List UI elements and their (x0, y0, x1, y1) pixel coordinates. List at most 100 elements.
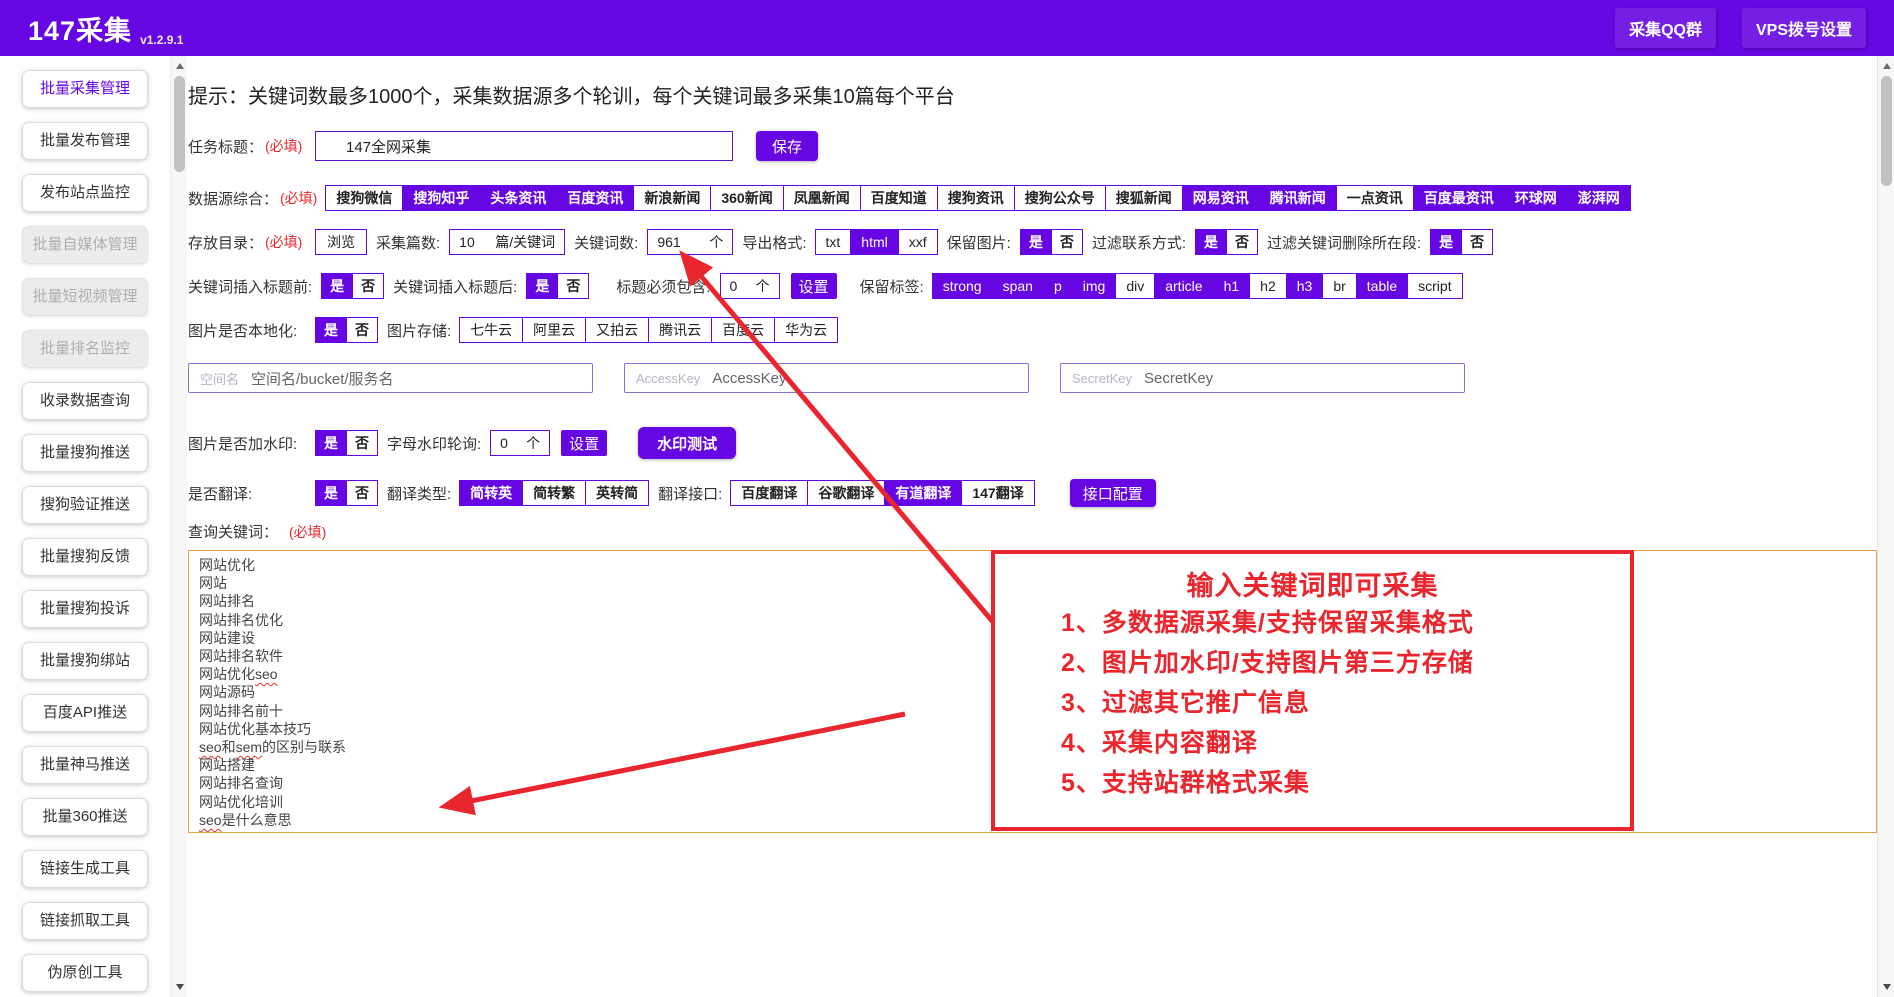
translate-type-option[interactable]: 简转繁 (522, 480, 587, 506)
sidebar-scrollbar[interactable] (170, 56, 187, 997)
sidebar-item[interactable]: 批量短视频管理 (22, 278, 148, 316)
datasource-option[interactable]: 搜狐新闻 (1104, 185, 1183, 211)
sidebar-item[interactable]: 百度API推送 (22, 694, 148, 732)
insert-before-toggle[interactable]: 是否 (321, 273, 385, 299)
export-format-option[interactable]: html (850, 229, 899, 255)
main-content: 提示：关键词数最多1000个，采集数据源多个轮训，每个关键词最多采集10篇每个平… (188, 56, 1877, 997)
watermark-set-button[interactable]: 设置 (561, 430, 608, 456)
sidebar-item[interactable]: 链接生成工具 (22, 850, 148, 888)
keep-image-toggle[interactable]: 是否 (1019, 229, 1083, 255)
tag-option[interactable]: script (1407, 273, 1463, 299)
datasource-option[interactable]: 搜狗微信 (325, 185, 404, 211)
sidebar-item[interactable]: 批量自媒体管理 (22, 226, 148, 264)
tag-option[interactable]: span (991, 273, 1044, 299)
translate-api-option[interactable]: 147翻译 (961, 480, 1035, 506)
filter-contact-toggle[interactable]: 是否 (1194, 229, 1258, 255)
sidebar-item[interactable]: 批量360推送 (22, 798, 148, 836)
sidebar-item[interactable]: 批量神马推送 (22, 746, 148, 784)
sidebar-item[interactable]: 批量搜狗推送 (22, 434, 148, 472)
datasource-option[interactable]: 搜狗资讯 (936, 185, 1015, 211)
tag-option[interactable]: table (1355, 273, 1409, 299)
export-format-option[interactable]: txt (814, 229, 852, 255)
datasource-option[interactable]: 360新闻 (710, 185, 784, 211)
translate-api-option[interactable]: 百度翻译 (730, 480, 809, 506)
tag-option[interactable]: img (1071, 273, 1117, 299)
sidebar-item[interactable]: 批量搜狗反馈 (22, 538, 148, 576)
translate-toggle[interactable]: 是否 (315, 480, 378, 506)
sidebar-item[interactable]: 批量搜狗绑站 (22, 642, 148, 680)
sidebar-item[interactable]: 链接抓取工具 (22, 902, 148, 940)
main-scrollbar[interactable] (1877, 56, 1894, 997)
keyword-count-input[interactable]: 961 个 (647, 229, 734, 255)
scroll-up-arrow[interactable] (171, 58, 188, 74)
save-button[interactable]: 保存 (756, 131, 818, 161)
storage-provider-option[interactable]: 七牛云 (459, 317, 524, 343)
datasource-option[interactable]: 澎湃网 (1566, 185, 1631, 211)
storage-provider-option[interactable]: 阿里云 (522, 317, 587, 343)
sidebar-item[interactable]: 搜狗验证推送 (22, 486, 148, 524)
tag-option[interactable]: h3 (1285, 273, 1324, 299)
insert-after-toggle[interactable]: 是否 (526, 273, 590, 299)
scroll-up-arrow[interactable] (1878, 58, 1894, 74)
credential-input[interactable]: 空间名 空间名/bucket/服务名 (188, 363, 593, 393)
must-contain-label: 标题必须包含: (616, 278, 711, 296)
browse-button[interactable]: 浏览 (315, 229, 367, 255)
watermark-test-button[interactable]: 水印测试 (638, 427, 737, 459)
sidebar-item[interactable]: 发布站点监控 (22, 174, 148, 212)
sidebar-item[interactable]: 伪原创工具 (22, 954, 148, 992)
tag-option[interactable]: div (1115, 273, 1156, 299)
translate-api-option[interactable]: 谷歌翻译 (807, 480, 886, 506)
datasource-option[interactable]: 头条资讯 (479, 185, 558, 211)
datasource-option[interactable]: 新浪新闻 (633, 185, 712, 211)
scroll-down-arrow[interactable] (171, 979, 188, 995)
task-title-input[interactable]: 147全网采集 (315, 131, 733, 161)
watermark-toggle[interactable]: 是否 (315, 430, 378, 456)
must-contain-input[interactable]: 0个 (719, 273, 780, 299)
tag-option[interactable]: p (1042, 273, 1073, 299)
datasource-option[interactable]: 百度资讯 (556, 185, 635, 211)
watermark-label: 图片是否加水印: (188, 435, 298, 453)
filter-keyword-toggle[interactable]: 是否 (1430, 229, 1494, 255)
api-config-button[interactable]: 接口配置 (1069, 479, 1156, 507)
image-localize-toggle[interactable]: 是否 (315, 317, 378, 343)
tag-option[interactable]: article (1154, 273, 1214, 299)
datasource-option[interactable]: 搜狗公众号 (1013, 185, 1106, 211)
credential-input[interactable]: SecretKey SecretKey (1060, 363, 1465, 393)
watermark-cycle-input[interactable]: 0个 (490, 430, 551, 456)
scroll-down-arrow[interactable] (1878, 979, 1894, 995)
datasource-option[interactable]: 一点资讯 (1335, 185, 1414, 211)
translate-label: 是否翻译: (188, 485, 253, 503)
datasource-option[interactable]: 网易资讯 (1181, 185, 1260, 211)
insert-before-label: 关键词插入标题前: (188, 278, 313, 296)
storage-provider-option[interactable]: 又拍云 (585, 317, 650, 343)
tag-option[interactable]: br (1322, 273, 1357, 299)
sidebar-item[interactable]: 收录数据查询 (22, 382, 148, 420)
storage-provider-option[interactable]: 百度云 (711, 317, 776, 343)
header-link[interactable]: VPS拨号设置 (1741, 8, 1866, 48)
tag-option[interactable]: h1 (1212, 273, 1251, 299)
storage-provider-option[interactable]: 腾讯云 (648, 317, 713, 343)
datasource-option[interactable]: 腾讯新闻 (1258, 185, 1337, 211)
export-format-option[interactable]: xxf (897, 229, 938, 255)
translate-type-option[interactable]: 英转简 (585, 480, 650, 506)
datasource-option[interactable]: 百度知道 (859, 185, 938, 211)
scrollbar-thumb[interactable] (174, 76, 185, 172)
translate-type-option[interactable]: 简转英 (459, 480, 524, 506)
sidebar-item[interactable]: 批量采集管理 (22, 70, 148, 108)
scrollbar-thumb[interactable] (1881, 76, 1892, 186)
sidebar-item[interactable]: 批量搜狗投诉 (22, 590, 148, 628)
must-contain-set-button[interactable]: 设置 (790, 273, 837, 299)
datasource-option[interactable]: 百度最资讯 (1412, 185, 1505, 211)
pieces-input[interactable]: 10 篇/关键词 (449, 229, 566, 255)
datasource-option[interactable]: 搜狗知乎 (402, 185, 481, 211)
datasource-option[interactable]: 凤凰新闻 (782, 185, 861, 211)
credential-input[interactable]: AccessKey AccessKey (624, 363, 1029, 393)
tag-option[interactable]: h2 (1249, 273, 1287, 299)
sidebar-item[interactable]: 批量排名监控 (22, 330, 148, 368)
header-link[interactable]: 采集QQ群 (1615, 8, 1716, 48)
sidebar-item[interactable]: 批量发布管理 (22, 122, 148, 160)
storage-provider-option[interactable]: 华为云 (774, 317, 839, 343)
datasource-option[interactable]: 环球网 (1503, 185, 1568, 211)
tag-option[interactable]: strong (931, 273, 993, 299)
translate-api-option[interactable]: 有道翻译 (884, 480, 963, 506)
